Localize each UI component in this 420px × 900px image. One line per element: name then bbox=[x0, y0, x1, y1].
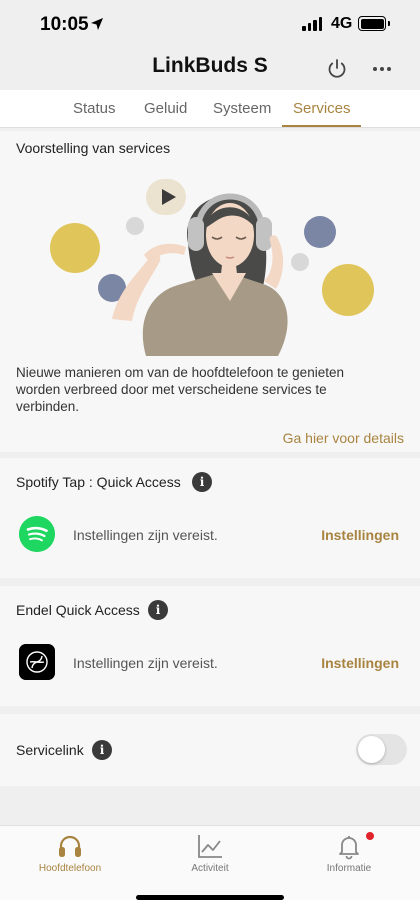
servicelink-toggle[interactable] bbox=[356, 734, 407, 765]
service-status: Instellingen zijn vereist. bbox=[73, 527, 218, 543]
battery-icon bbox=[358, 16, 386, 31]
status-bar: 10:05 4G bbox=[0, 0, 420, 50]
app-header: LinkBuds S bbox=[0, 50, 420, 90]
endel-settings-button[interactable]: Instellingen bbox=[321, 655, 399, 671]
endel-logo-icon bbox=[19, 644, 55, 680]
servicelink-label: Servicelink bbox=[16, 742, 84, 758]
service-card-endel: Endel Quick Access i Instellingen zijn v… bbox=[0, 586, 420, 706]
network-type: 4G bbox=[331, 15, 353, 32]
tab-systeem[interactable]: Systeem bbox=[213, 100, 271, 117]
service-title: Endel Quick Access bbox=[16, 602, 140, 618]
tab-status[interactable]: Status bbox=[73, 100, 116, 117]
more-options-icon[interactable] bbox=[368, 57, 396, 81]
spotify-logo-icon bbox=[19, 516, 55, 552]
power-icon[interactable] bbox=[324, 56, 350, 82]
services-intro-card: Voorstelling van services Nieuwe maniere… bbox=[0, 131, 420, 452]
location-arrow-icon bbox=[91, 18, 103, 30]
service-status: Instellingen zijn vereist. bbox=[73, 655, 218, 671]
nav-label: Informatie bbox=[326, 863, 372, 874]
tab-services[interactable]: Services bbox=[293, 100, 351, 117]
tab-geluid[interactable]: Geluid bbox=[144, 100, 187, 117]
info-icon[interactable]: i bbox=[192, 472, 212, 492]
intro-description: Nieuwe manieren om van de hoofdtelefoon … bbox=[16, 365, 344, 414]
nav-hoofdtelefoon[interactable]: Hoofdtelefoon bbox=[15, 832, 125, 874]
page-title: LinkBuds S bbox=[152, 54, 268, 77]
bell-icon bbox=[339, 836, 359, 860]
nav-label: Activiteit bbox=[191, 863, 229, 874]
nav-label: Hoofdtelefoon bbox=[38, 863, 102, 874]
details-link[interactable]: Ga hier voor details bbox=[283, 430, 404, 446]
intro-title: Voorstelling van services bbox=[16, 140, 171, 156]
service-title: Spotify Tap : Quick Access bbox=[16, 474, 181, 490]
spotify-settings-button[interactable]: Instellingen bbox=[321, 527, 399, 543]
info-icon[interactable]: i bbox=[148, 600, 168, 620]
active-tab-indicator bbox=[282, 125, 361, 127]
nav-informatie[interactable]: Informatie bbox=[294, 832, 404, 874]
headphone-listener-illustration bbox=[50, 179, 374, 356]
notification-badge bbox=[366, 832, 374, 840]
headphones-icon bbox=[59, 835, 81, 857]
cellular-signal-icon bbox=[302, 17, 322, 31]
home-indicator[interactable] bbox=[136, 895, 284, 900]
service-card-spotify: Spotify Tap : Quick Access i Instellinge… bbox=[0, 458, 420, 578]
activity-chart-icon bbox=[198, 835, 222, 858]
servicelink-row: Servicelink i bbox=[0, 714, 420, 786]
toggle-knob bbox=[358, 736, 385, 763]
nav-activiteit[interactable]: Activiteit bbox=[155, 832, 265, 874]
tab-bar: Status Geluid Systeem Services bbox=[0, 90, 420, 128]
info-icon[interactable]: i bbox=[92, 740, 112, 760]
status-time: 10:05 bbox=[40, 14, 89, 35]
bottom-navigation: Hoofdtelefoon Activiteit Informatie bbox=[0, 825, 420, 900]
